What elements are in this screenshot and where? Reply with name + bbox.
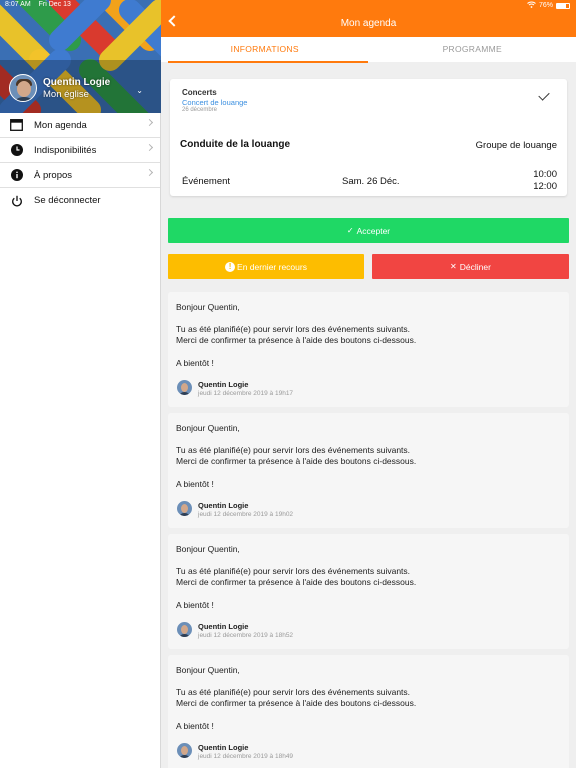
battery-icon [556, 2, 570, 9]
message-card: Bonjour Quentin, Tu as été planifié(e) p… [168, 655, 569, 768]
message-card: Bonjour Quentin, Tu as été planifié(e) p… [168, 413, 569, 528]
event-card: Concerts Concert de louange 26 décembre … [170, 79, 567, 196]
tab-bar: INFORMATIONS PROGRAMME [161, 37, 576, 63]
calendar-icon [10, 119, 23, 132]
profile-name: Quentin Logie [43, 76, 111, 88]
profile-church: Mon église [43, 88, 89, 100]
message-greeting: Bonjour Quentin, [176, 423, 240, 433]
decline-label: Décliner [459, 261, 491, 272]
chevron-down-icon[interactable]: ⌄ [136, 86, 143, 95]
power-icon [10, 194, 23, 207]
event-date-small: 26 décembre [182, 107, 218, 113]
page-title: Mon agenda [340, 18, 397, 29]
message-text: Merci de confirmer ta présence à l'aide … [176, 456, 417, 466]
message-text: Merci de confirmer ta présence à l'aide … [176, 577, 417, 587]
event-subtitle[interactable]: Concert de louange [182, 98, 247, 107]
message-card: Bonjour Quentin, Tu as été planifié(e) p… [168, 292, 569, 407]
message-signoff: A bientôt ! [176, 479, 214, 489]
avatar [9, 74, 37, 102]
event-end-time: 12:00 [533, 181, 557, 192]
sidebar-item-label: Se déconnecter [34, 195, 101, 206]
tab-informations[interactable]: INFORMATIONS [161, 37, 369, 62]
event-role: Conduite de la louange [180, 139, 291, 150]
tab-programme[interactable]: PROGRAMME [369, 37, 576, 62]
chevron-right-icon [145, 118, 154, 127]
main-panel: Mon agenda INFORMATIONS PROGRAMME Concer… [161, 0, 576, 768]
battery-percent: 76% [538, 2, 553, 9]
event-type: Événement [182, 176, 231, 187]
sidebar-header: Quentin Logie Mon église ⌄ [0, 0, 161, 113]
active-tab-indicator [168, 61, 368, 63]
message-author: Quentin Logie [198, 501, 249, 510]
message-timestamp: jeudi 12 décembre 2019 à 19h17 [198, 390, 294, 397]
clock-icon [10, 144, 23, 157]
message-timestamp: jeudi 12 décembre 2019 à 18h52 [198, 632, 294, 639]
sidebar: Quentin Logie Mon église ⌄ Mon agenda In… [0, 0, 161, 768]
check-icon [538, 89, 550, 101]
message-author: Quentin Logie [198, 380, 249, 389]
sidebar-item-agenda[interactable]: Mon agenda [0, 113, 160, 138]
decline-button[interactable]: ✕ Décliner [372, 254, 569, 279]
sidebar-item-label: Mon agenda [34, 119, 87, 131]
message-card: Bonjour Quentin, Tu as été planifié(e) p… [168, 534, 569, 649]
chevron-right-icon [145, 143, 154, 152]
message-text: Merci de confirmer ta présence à l'aide … [176, 335, 417, 345]
accept-button[interactable]: ✓ Accepter [168, 218, 569, 243]
avatar [177, 501, 192, 516]
message-text: Merci de confirmer ta présence à l'aide … [176, 698, 417, 708]
chevron-right-icon [145, 168, 154, 177]
last-resort-label: En dernier recours [237, 261, 307, 272]
avatar [177, 380, 192, 395]
event-day: Sam. 26 Déc. [342, 176, 400, 187]
close-icon: ✕ [450, 262, 457, 271]
sidebar-item-label: À propos [34, 169, 73, 181]
status-time: 8:07 AM [5, 1, 31, 8]
event-times: 10:00 12:00 [533, 169, 557, 193]
accept-label: Accepter [356, 225, 391, 236]
event-group: Groupe de louange [475, 140, 557, 151]
wifi-icon [527, 1, 536, 10]
profile[interactable]: Quentin Logie Mon église [9, 74, 110, 102]
message-signoff: A bientôt ! [176, 358, 214, 368]
message-signoff: A bientôt ! [176, 721, 214, 731]
avatar [177, 622, 192, 637]
message-text: Tu as été planifié(e) pour servir lors d… [176, 445, 411, 455]
event-start-time: 10:00 [533, 169, 557, 180]
checkmark-icon: ✓ [346, 226, 354, 235]
battery-level [557, 3, 567, 8]
message-text: Tu as été planifié(e) pour servir lors d… [176, 566, 411, 576]
message-author: Quentin Logie [198, 743, 249, 752]
status-bar: 8:07 AM Fri Dec 13 76% [0, 0, 576, 12]
sidebar-item-logout[interactable]: Se déconnecter [0, 188, 160, 213]
sidebar-item-label: Indisponibilités [34, 144, 97, 156]
status-date: Fri Dec 13 [38, 1, 71, 8]
message-signoff: A bientôt ! [176, 600, 214, 610]
message-list: Bonjour Quentin, Tu as été planifié(e) p… [168, 292, 569, 768]
message-author: Quentin Logie [198, 622, 249, 631]
message-timestamp: jeudi 12 décembre 2019 à 18h49 [198, 753, 294, 760]
avatar [177, 743, 192, 758]
sidebar-item-about[interactable]: À propos [0, 163, 160, 188]
message-greeting: Bonjour Quentin, [176, 665, 240, 675]
event-category: Concerts [182, 88, 217, 97]
last-resort-button[interactable]: ! En dernier recours [168, 254, 364, 279]
info-icon [10, 169, 23, 182]
message-text: Tu as été planifié(e) pour servir lors d… [176, 687, 411, 697]
message-greeting: Bonjour Quentin, [176, 544, 240, 554]
message-text: Tu as été planifié(e) pour servir lors d… [176, 324, 411, 334]
message-greeting: Bonjour Quentin, [176, 302, 240, 312]
sidebar-item-unavailabilities[interactable]: Indisponibilités [0, 138, 160, 163]
exclamation-icon: ! [225, 261, 236, 272]
message-timestamp: jeudi 12 décembre 2019 à 19h02 [198, 511, 294, 518]
